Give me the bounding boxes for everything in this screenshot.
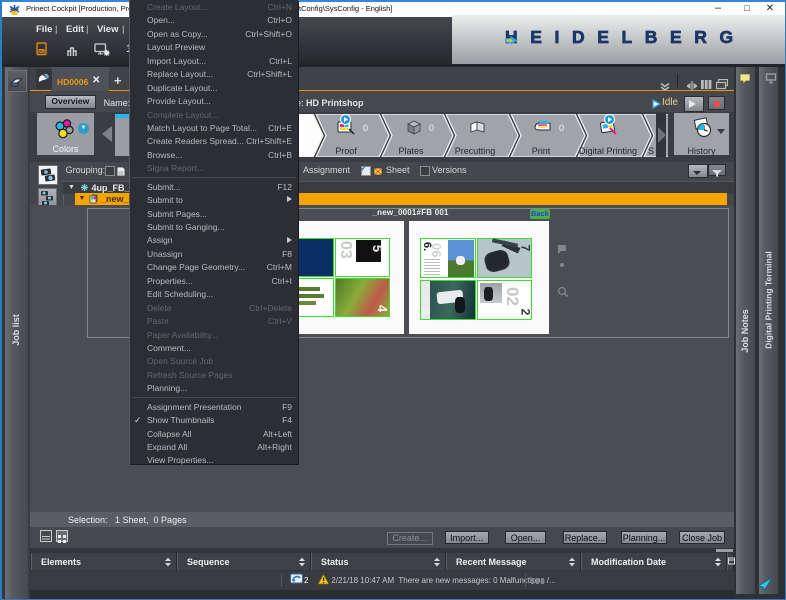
svg-text:AB: AB <box>39 49 44 53</box>
